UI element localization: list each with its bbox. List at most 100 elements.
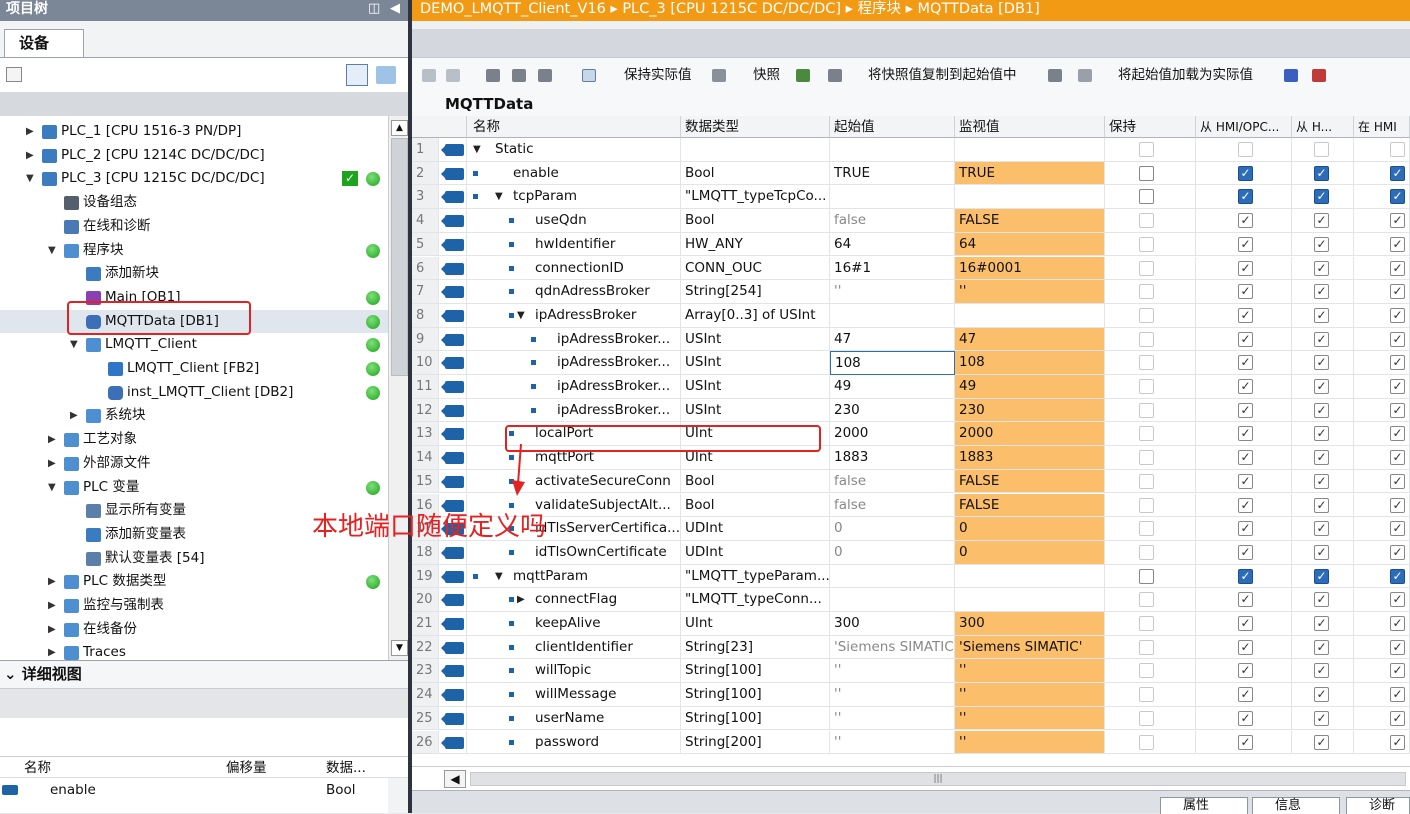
detail-view-header[interactable]: ⌄ 详细视图: [0, 660, 410, 688]
expanded-arrow-icon[interactable]: ▼: [495, 185, 503, 208]
table-row[interactable]: 21 keepAlive UInt 300 300 ✓ ✓ ✓: [412, 612, 1410, 636]
checkbox[interactable]: ✓: [1390, 165, 1405, 181]
table-row[interactable]: 15 activateSecureConn Bool false FALSE ✓ ✓ ✓: [412, 469, 1410, 494]
detail-col-type[interactable]: 数据...: [326, 757, 366, 779]
datatype-cell[interactable]: [681, 138, 830, 162]
breadcrumb-item[interactable]: MQTTData [DB1]: [918, 1, 1040, 17]
checkbox[interactable]: [1139, 734, 1154, 750]
checkbox[interactable]: ✓: [1314, 260, 1329, 276]
checkbox[interactable]: ✓: [1314, 450, 1329, 466]
scroll-thumb[interactable]: [391, 138, 408, 376]
checkbox[interactable]: ✓: [1390, 473, 1405, 489]
datatype-cell[interactable]: "LMQTT_typeParam...: [681, 564, 830, 589]
member-name-cell[interactable]: willMessage: [467, 683, 681, 707]
tree-item[interactable]: ▶ PLC 数据类型: [0, 570, 388, 594]
checkbox[interactable]: ✓: [1390, 521, 1405, 537]
checkbox[interactable]: ✓: [1238, 639, 1253, 655]
tree-item[interactable]: 默认变量表 [54]: [0, 547, 388, 571]
start-value-cell[interactable]: [830, 564, 955, 589]
checkbox[interactable]: ✓: [1390, 307, 1405, 323]
checkbox[interactable]: [1139, 307, 1154, 323]
datatype-cell[interactable]: UDInt: [681, 540, 830, 565]
checkbox[interactable]: ✓: [1390, 189, 1405, 205]
member-name-cell[interactable]: activateSecureConn: [467, 469, 681, 494]
col-retain-header[interactable]: 保持: [1105, 116, 1196, 138]
table-row[interactable]: 8 ▼ ipAdressBroker Array[0..3] of USInt ✓ ✓ ✓: [412, 303, 1410, 328]
tree-item[interactable]: 设备组态: [0, 191, 388, 215]
tree-item[interactable]: 添加新块: [0, 262, 388, 286]
expanded-arrow-icon[interactable]: ▼: [517, 304, 525, 327]
checkbox[interactable]: ✓: [1390, 355, 1405, 371]
checkbox[interactable]: ✓: [1390, 710, 1405, 726]
collapsed-arrow-icon[interactable]: ▶: [48, 570, 56, 593]
detail-row[interactable]: enable Bool: [0, 778, 388, 802]
checkbox[interactable]: ✓: [1314, 284, 1329, 300]
start-value-cell[interactable]: 1883: [830, 446, 955, 470]
checkbox[interactable]: [1139, 402, 1154, 418]
datatype-cell[interactable]: HW_ANY: [681, 232, 830, 257]
tree-item[interactable]: ▶ 监控与强制表: [0, 594, 388, 618]
start-value-cell[interactable]: 230: [830, 398, 955, 423]
checkbox[interactable]: ✓: [1238, 402, 1253, 418]
checkbox[interactable]: [1139, 284, 1154, 300]
checkbox[interactable]: ✓: [1238, 379, 1253, 394]
member-name-cell[interactable]: ▼ Static: [467, 138, 681, 162]
col-datatype-header[interactable]: 数据类型: [681, 116, 830, 138]
checkbox[interactable]: ✓: [1314, 331, 1329, 347]
checkbox[interactable]: [1139, 616, 1154, 631]
checkbox[interactable]: [1139, 189, 1154, 205]
list-view-icon[interactable]: [538, 69, 552, 82]
member-name-cell[interactable]: hwIdentifier: [467, 232, 681, 257]
start-value-cell[interactable]: 'Siemens SIMATIC: [830, 635, 955, 660]
checkbox[interactable]: ✓: [1314, 710, 1329, 726]
checkbox[interactable]: ✓: [1314, 687, 1329, 703]
start-value-cell[interactable]: '': [830, 730, 955, 755]
tab-properties[interactable]: 属性: [1160, 797, 1248, 814]
collapsed-arrow-icon[interactable]: ▶: [26, 144, 34, 167]
checkbox[interactable]: ✓: [1390, 450, 1405, 466]
load-snapshot-icon[interactable]: [1048, 69, 1062, 82]
member-name-cell[interactable]: ▼ mqttParam: [467, 564, 681, 589]
member-name-cell[interactable]: ▶ connectFlag: [467, 588, 681, 612]
datatype-cell[interactable]: UInt: [681, 612, 830, 636]
load-start-alt-icon[interactable]: [1312, 69, 1326, 82]
checkbox[interactable]: ✓: [1314, 473, 1329, 489]
overview-icon[interactable]: [346, 64, 368, 86]
collapsed-arrow-icon[interactable]: ▶: [48, 428, 56, 451]
checkbox[interactable]: ✓: [1390, 402, 1405, 418]
checkbox[interactable]: ✓: [1238, 165, 1253, 181]
checkbox[interactable]: [1139, 639, 1154, 655]
checkbox[interactable]: [1390, 142, 1405, 157]
start-value-cell[interactable]: 0: [830, 540, 955, 565]
checkbox[interactable]: ✓: [1314, 307, 1329, 323]
checkbox[interactable]: ✓: [1314, 639, 1329, 655]
table-row[interactable]: 12 ipAdressBroker... USInt 230 230 ✓ ✓ ✓: [412, 398, 1410, 423]
breadcrumb-item[interactable]: PLC_3 [CPU 1215C DC/DC/DC]: [622, 1, 841, 17]
checkbox[interactable]: ✓: [1238, 568, 1253, 584]
checkbox[interactable]: ✓: [1390, 687, 1405, 703]
collapsed-arrow-icon[interactable]: ▶: [26, 120, 34, 143]
monitor-glasses-icon[interactable]: [582, 69, 596, 82]
checkbox[interactable]: [1139, 331, 1154, 347]
tree-item[interactable]: ▶ PLC_1 [CPU 1516-3 PN/DP]: [0, 120, 388, 144]
member-name-cell[interactable]: ipAdressBroker...: [467, 327, 681, 352]
datatype-cell[interactable]: String[100]: [681, 683, 830, 707]
checkbox[interactable]: ✓: [1314, 426, 1329, 442]
expanded-arrow-icon[interactable]: ▼: [495, 565, 503, 588]
checkbox[interactable]: [1139, 426, 1154, 442]
start-value-cell[interactable]: '': [830, 659, 955, 684]
start-value-cell[interactable]: [830, 588, 955, 612]
tab-info[interactable]: 信息: [1252, 797, 1340, 814]
expanded-arrow-icon[interactable]: ▼: [48, 239, 56, 262]
member-name-cell[interactable]: enable: [467, 161, 681, 186]
checkbox[interactable]: ✓: [1390, 544, 1405, 560]
snapshot-button[interactable]: 快照: [753, 58, 780, 93]
col-name-header[interactable]: 名称: [467, 116, 681, 138]
datatype-cell[interactable]: UDInt: [681, 517, 830, 541]
tree-item[interactable]: 在线和诊断: [0, 215, 388, 239]
expanded-arrow-icon[interactable]: ▼: [70, 333, 78, 356]
start-value-cell[interactable]: 47: [830, 327, 955, 352]
load-start-icon[interactable]: [1284, 69, 1298, 82]
checkbox[interactable]: ✓: [1390, 639, 1405, 655]
checkbox[interactable]: ✓: [1314, 213, 1329, 229]
